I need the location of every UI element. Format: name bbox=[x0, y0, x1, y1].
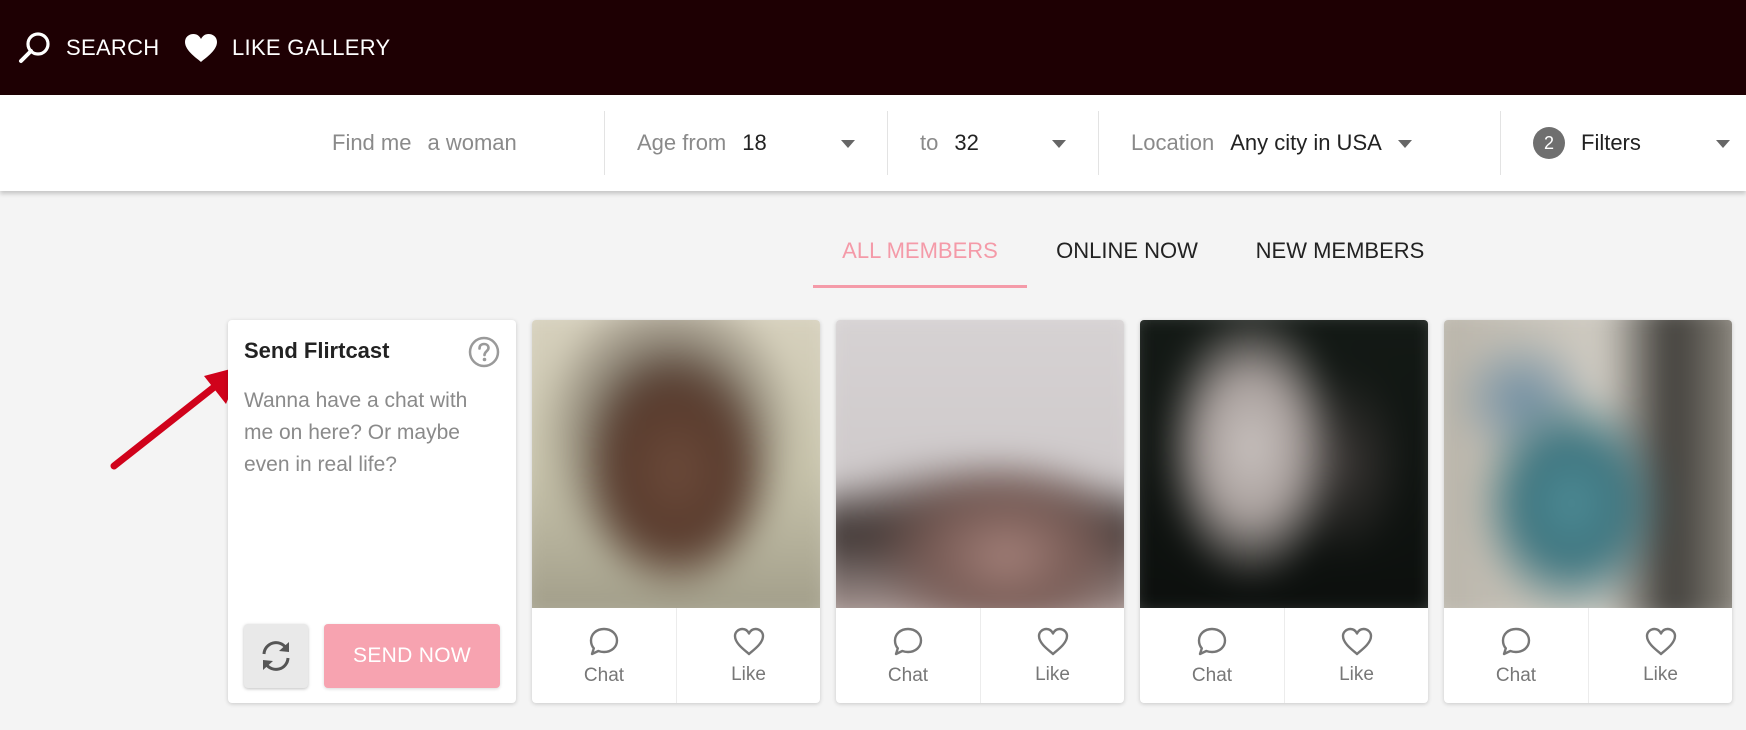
flirtcast-title: Send Flirtcast bbox=[244, 338, 390, 363]
member-actions: Chat Like bbox=[1444, 608, 1732, 703]
flirtcast-card: Send Flirtcast Wanna have a chat with me… bbox=[228, 320, 516, 703]
age-to-select[interactable]: to 32 bbox=[920, 95, 979, 191]
chat-label: Chat bbox=[1495, 664, 1537, 686]
member-card: Chat Like bbox=[1140, 320, 1428, 703]
find-me-value: a woman bbox=[427, 130, 517, 155]
member-actions: Chat Like bbox=[836, 608, 1124, 703]
like-button[interactable]: Like bbox=[1284, 608, 1428, 703]
nav-like-gallery[interactable]: LIKE GALLERY bbox=[184, 0, 391, 95]
location-caret-icon[interactable] bbox=[1398, 140, 1412, 148]
nav-search[interactable]: SEARCH bbox=[18, 0, 160, 95]
nav-search-label: SEARCH bbox=[66, 34, 160, 60]
chat-button[interactable]: Chat bbox=[1140, 608, 1284, 703]
filter-divider bbox=[604, 111, 605, 175]
tab-new-members[interactable]: NEW MEMBERS bbox=[1250, 238, 1430, 288]
member-photo[interactable] bbox=[1444, 320, 1732, 608]
chat-button[interactable]: Chat bbox=[836, 608, 980, 703]
top-nav: SEARCH LIKE GALLERY bbox=[0, 0, 1746, 95]
chat-label: Chat bbox=[583, 664, 625, 686]
help-icon[interactable] bbox=[468, 336, 500, 368]
send-now-button[interactable]: SEND NOW bbox=[324, 624, 500, 688]
age-from-select[interactable]: Age from 18 bbox=[637, 95, 767, 191]
filter-divider bbox=[1500, 111, 1501, 175]
age-to-label: to bbox=[920, 130, 939, 155]
member-actions: Chat Like bbox=[532, 608, 820, 703]
filter-bar: Find me a woman Age from 18 to 32 Locati… bbox=[0, 95, 1746, 191]
member-card: Chat Like bbox=[1444, 320, 1732, 703]
chat-button[interactable]: Chat bbox=[1444, 608, 1588, 703]
location-select[interactable]: Location Any city in USA bbox=[1131, 95, 1382, 191]
heart-outline-icon bbox=[1341, 627, 1372, 655]
tab-all-members[interactable]: ALL MEMBERS bbox=[813, 238, 1027, 288]
like-label: Like bbox=[731, 663, 766, 685]
like-label: Like bbox=[1339, 663, 1374, 685]
chat-bubble-icon bbox=[1197, 627, 1227, 655]
like-button[interactable]: Like bbox=[676, 608, 820, 703]
member-photo[interactable] bbox=[836, 320, 1124, 608]
filters-caret-icon[interactable] bbox=[1716, 140, 1730, 148]
age-from-label: Age from bbox=[637, 130, 727, 155]
filter-divider bbox=[1098, 111, 1099, 175]
heart-icon bbox=[185, 33, 217, 62]
member-card: Chat Like bbox=[836, 320, 1124, 703]
member-photo[interactable] bbox=[1140, 320, 1428, 608]
nav-like-gallery-label: LIKE GALLERY bbox=[232, 34, 391, 60]
member-actions: Chat Like bbox=[1140, 608, 1428, 703]
tab-new-members-label: NEW MEMBERS bbox=[1255, 238, 1425, 263]
heart-outline-icon bbox=[1037, 627, 1068, 655]
tab-online-now-label: ONLINE NOW bbox=[1056, 238, 1198, 263]
chat-label: Chat bbox=[887, 664, 929, 686]
filters-count-badge: 2 bbox=[1533, 127, 1565, 159]
find-me-label: Find me bbox=[332, 130, 412, 155]
tab-all-members-label: ALL MEMBERS bbox=[842, 238, 998, 263]
heart-outline-icon bbox=[1645, 627, 1676, 655]
location-label: Location bbox=[1131, 130, 1215, 155]
chat-bubble-icon bbox=[893, 627, 923, 655]
tab-online-now[interactable]: ONLINE NOW bbox=[1040, 238, 1214, 288]
member-card: Chat Like bbox=[532, 320, 820, 703]
chat-label: Chat bbox=[1191, 664, 1233, 686]
like-label: Like bbox=[1643, 663, 1678, 685]
age-from-value: 18 bbox=[742, 130, 767, 155]
find-me-filter[interactable]: Find me a woman bbox=[332, 95, 517, 191]
age-to-caret-icon[interactable] bbox=[1052, 140, 1066, 148]
chat-button[interactable]: Chat bbox=[532, 608, 676, 703]
like-label: Like bbox=[1035, 663, 1070, 685]
search-icon bbox=[19, 31, 50, 63]
filters-label: Filters bbox=[1581, 130, 1641, 155]
location-value: Any city in USA bbox=[1230, 130, 1382, 155]
flirtcast-message[interactable]: Wanna have a chat with me on here? Or ma… bbox=[244, 385, 494, 481]
refresh-message-button[interactable] bbox=[244, 624, 308, 688]
age-to-value: 32 bbox=[954, 130, 979, 155]
refresh-icon bbox=[262, 641, 290, 671]
filter-divider bbox=[887, 111, 888, 175]
age-from-caret-icon[interactable] bbox=[841, 140, 855, 148]
like-button[interactable]: Like bbox=[980, 608, 1124, 703]
like-button[interactable]: Like bbox=[1588, 608, 1732, 703]
chat-bubble-icon bbox=[1501, 627, 1531, 655]
member-photo[interactable] bbox=[532, 320, 820, 608]
heart-outline-icon bbox=[733, 627, 764, 655]
chat-bubble-icon bbox=[589, 627, 619, 655]
filters-button[interactable]: 2 Filters bbox=[1533, 95, 1641, 191]
